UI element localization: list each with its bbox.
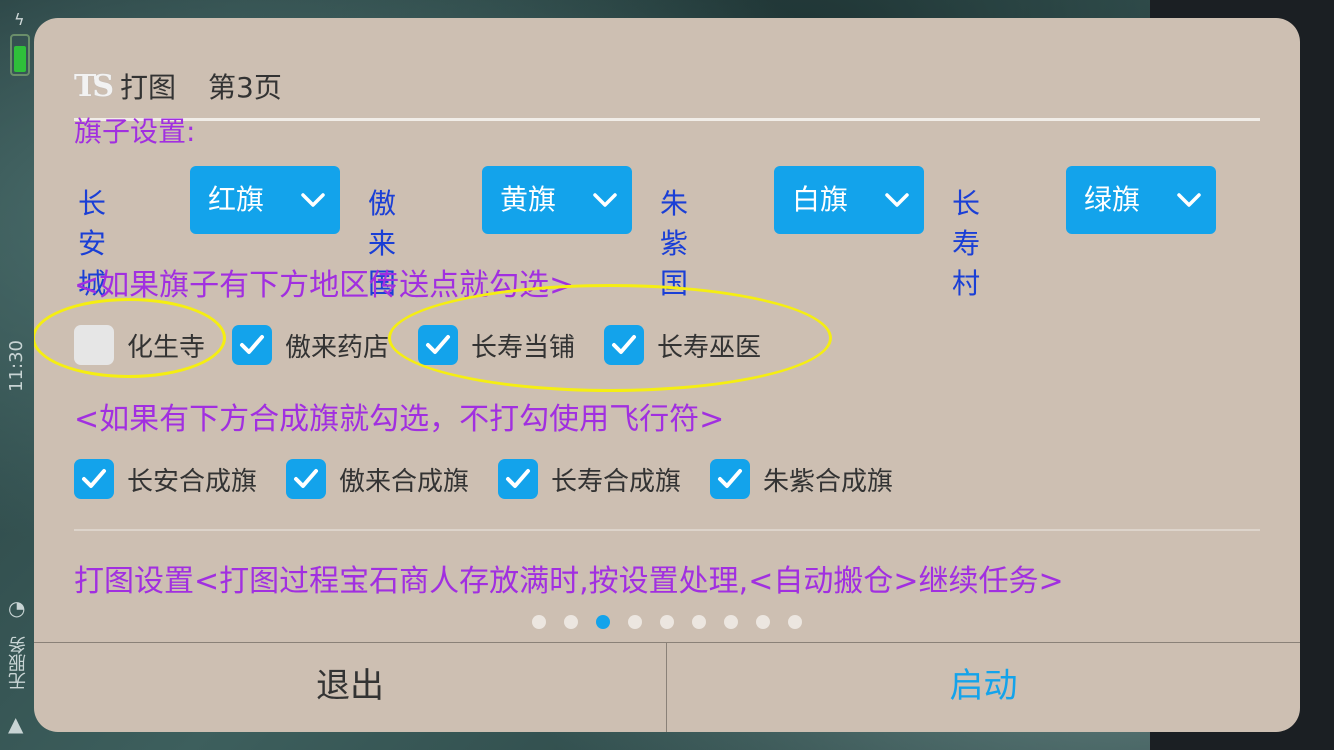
checkbox-label: 长安合成旗 [127, 466, 258, 497]
page-indicator [532, 615, 820, 629]
header-divider [74, 118, 1260, 121]
chevron-down-icon [301, 193, 325, 207]
page-dot[interactable] [532, 615, 546, 629]
charging-icon: ϟ [14, 10, 25, 29]
dialog-header: TS 打图 第3页 [74, 66, 282, 106]
flag-select-value: 绿旗 [1084, 183, 1141, 216]
checkmark-icon [718, 469, 742, 488]
chevron-down-icon [1177, 193, 1201, 207]
battery-icon [10, 34, 30, 76]
checkbox-item-changshou-composite[interactable]: 长寿合成旗 [498, 459, 681, 499]
page-dot[interactable] [756, 615, 770, 629]
flag-select-value: 白旗 [792, 183, 849, 216]
status-time: 11:30 [6, 340, 27, 392]
checkbox[interactable] [74, 459, 114, 499]
flag-select-zhuzi[interactable]: 白旗 [774, 166, 924, 234]
dialog-footer: 退出 启动 [34, 642, 1300, 732]
checkbox[interactable] [498, 459, 538, 499]
checkbox[interactable] [232, 325, 272, 365]
region-label-zhuzi: 朱紫国 [660, 187, 689, 300]
checkbox-item-aolai-pharmacy[interactable]: 傲来药店 [232, 325, 389, 365]
composite-section-label: <如果有下方合成旗就勾选，不打勾使用飞行符> [74, 402, 725, 437]
page-dot-active[interactable] [596, 615, 610, 629]
checkmark-icon [506, 469, 530, 488]
map-settings-label: 打图设置<打图过程宝石商人存放满时,按设置处理,<自动搬仓>继续任务> [74, 564, 1064, 599]
annotation-ellipse [34, 298, 226, 378]
checkbox-label: 傲来药店 [285, 332, 390, 363]
checkbox-label: 傲来合成旗 [339, 466, 470, 497]
page-dot[interactable] [628, 615, 642, 629]
section-divider [74, 529, 1260, 531]
flag-select-changan[interactable]: 红旗 [190, 166, 340, 234]
flag-settings-label: 旗子设置: [74, 115, 196, 148]
status-bar: ϟ 11:30 ◔ 无服务 ▲ [0, 0, 36, 750]
annotation-ellipse [388, 284, 832, 392]
checkbox[interactable] [286, 459, 326, 499]
page-dot[interactable] [564, 615, 578, 629]
flag-select-value: 红旗 [208, 183, 265, 216]
page-dot[interactable] [788, 615, 802, 629]
warning-icon: ▲ [8, 712, 24, 736]
checkmark-icon [294, 469, 318, 488]
page-dot[interactable] [692, 615, 706, 629]
page-dot[interactable] [660, 615, 674, 629]
exit-button[interactable]: 退出 [34, 643, 666, 732]
chevron-down-icon [593, 193, 617, 207]
settings-dialog: TS 打图 第3页 旗子设置: 长安城 红旗 傲来国 黄旗 朱紫国 白旗 长寿村… [34, 18, 1300, 732]
page-label: 第3页 [208, 71, 282, 104]
ts-logo: TS [74, 68, 114, 104]
flag-select-value: 黄旗 [500, 183, 557, 216]
checkbox[interactable] [710, 459, 750, 499]
chevron-down-icon [885, 193, 909, 207]
carrier-label: 无服务 [8, 636, 29, 690]
wifi-icon: ◔ [8, 596, 26, 620]
start-button[interactable]: 启动 [667, 643, 1300, 732]
checkbox-item-zhuzi-composite[interactable]: 朱紫合成旗 [710, 459, 893, 499]
checkbox-label: 长寿合成旗 [551, 466, 682, 497]
flag-select-changshou[interactable]: 绿旗 [1066, 166, 1216, 234]
checkbox-label: 朱紫合成旗 [763, 466, 894, 497]
region-label-changshou: 长寿村 [952, 187, 981, 300]
checkmark-icon [240, 335, 264, 354]
checkbox-item-changan-composite[interactable]: 长安合成旗 [74, 459, 257, 499]
dialog-title: 打图 [120, 71, 177, 104]
page-dot[interactable] [724, 615, 738, 629]
flag-select-aolai[interactable]: 黄旗 [482, 166, 632, 234]
checkmark-icon [82, 469, 106, 488]
checkbox-item-aolai-composite[interactable]: 傲来合成旗 [286, 459, 469, 499]
